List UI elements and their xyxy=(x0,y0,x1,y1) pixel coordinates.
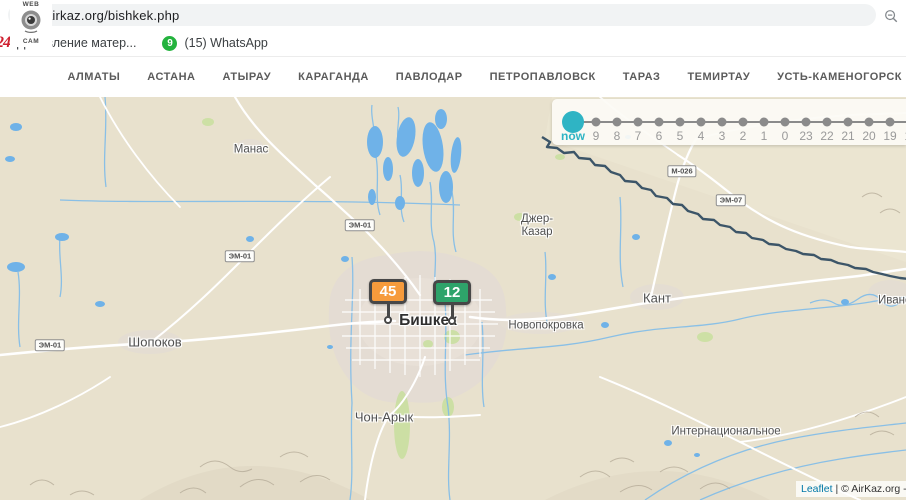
tick-dot xyxy=(676,118,685,127)
tick-0[interactable]: 0 xyxy=(774,99,796,145)
tick-8[interactable]: 8 xyxy=(606,99,628,145)
bookmark-item-whatsapp[interactable]: 9 (15) WhatsApp xyxy=(136,32,267,54)
nav-city-astana[interactable]: АСТАНА xyxy=(147,71,195,83)
city-navbar: АЛМАТЫ АСТАНА АТЫРАУ КАРАГАНДА ПАВЛОДАР … xyxy=(0,57,906,97)
tick-dot xyxy=(613,118,622,127)
tick-19[interactable]: 19 xyxy=(879,99,901,145)
road-badge-em01-north: ЭМ-01 xyxy=(345,219,375,231)
road-badge-em01-mid: ЭМ-01 xyxy=(225,250,255,262)
tick-dot xyxy=(844,118,853,127)
place-label-kant: Кант xyxy=(643,292,671,307)
nav-city-taraz[interactable]: ТАРАЗ xyxy=(623,71,661,83)
tick-dot xyxy=(823,118,832,127)
tick-dot xyxy=(802,118,811,127)
logo-text-cam: CAM xyxy=(10,39,52,46)
tick-2[interactable]: 2 xyxy=(732,99,754,145)
zoom-out-icon[interactable] xyxy=(882,7,900,25)
aqi-marker-45[interactable]: 45 xyxy=(369,279,407,324)
address-bar[interactable]: airkaz.org/bishkek.php xyxy=(8,4,876,26)
tick-22[interactable]: 22 xyxy=(816,99,838,145)
nav-city-petropavlovsk[interactable]: ПЕТРОПАВЛОВСК xyxy=(490,71,596,83)
webcam-icon xyxy=(19,9,43,35)
bookmarks-bar: 24 Добавление матер... 9 (15) WhatsApp xyxy=(0,30,906,57)
tick-6[interactable]: 6 xyxy=(648,99,670,145)
marker-pin xyxy=(384,316,392,324)
tick-dot xyxy=(886,118,895,127)
place-label-novopokrovka: Новопокровка xyxy=(508,319,583,332)
tick-dot xyxy=(592,118,601,127)
tick-dot xyxy=(634,118,643,127)
tick-dot xyxy=(760,118,769,127)
tick-7[interactable]: 7 xyxy=(627,99,649,145)
tick-5[interactable]: 5 xyxy=(669,99,691,145)
tick-dot xyxy=(739,118,748,127)
city-links: АЛМАТЫ АСТАНА АТЫРАУ КАРАГАНДА ПАВЛОДАР … xyxy=(67,57,902,97)
attribution-text: | © AirKaz.org - Мони xyxy=(836,483,906,495)
marker-pin xyxy=(448,317,456,325)
browser-toolbar: airkaz.org/bishkek.php xyxy=(0,0,906,30)
place-label-ivanovka: Ивановка xyxy=(878,294,906,307)
webcam-logo[interactable]: WEB CAM xyxy=(10,2,52,47)
nav-city-atyrau[interactable]: АТЫРАУ xyxy=(222,71,271,83)
place-label-shopokov: Шопоков xyxy=(128,336,181,351)
tick-dot xyxy=(718,118,727,127)
aqi-value-45: 45 xyxy=(369,279,407,304)
leaflet-map[interactable]: Манас Джер- Казар Кант Новопокровка Шопо… xyxy=(0,97,906,500)
tick-21[interactable]: 21 xyxy=(837,99,859,145)
leaflet-link[interactable]: Leaflet xyxy=(801,483,833,495)
tick-dot xyxy=(781,118,790,127)
nav-city-ust-kamenogorsk[interactable]: УСТЬ-КАМЕНОГОРСК xyxy=(777,71,902,83)
place-label-dzher-kazar: Джер- Казар xyxy=(521,213,553,239)
site-24-favicon: 24 xyxy=(0,34,10,52)
tick-dot xyxy=(865,118,874,127)
hour-timeline-slider[interactable]: now 9 8 7 6 5 4 3 2 1 0 23 22 21 20 19 1… xyxy=(552,99,906,145)
road-badge-m026: М-026 xyxy=(667,165,696,177)
whatsapp-favicon: 9 xyxy=(162,36,177,51)
tick-20[interactable]: 20 xyxy=(858,99,880,145)
place-label-chon-aryk: Чон-Арык xyxy=(355,411,413,426)
aqi-marker-12[interactable]: 12 xyxy=(433,280,471,325)
nav-city-temirtau[interactable]: ТЕМИРТАУ xyxy=(687,71,750,83)
nav-city-pavlodar[interactable]: ПАВЛОДАР xyxy=(396,71,463,83)
url-text: airkaz.org/bishkek.php xyxy=(45,8,179,23)
nav-city-karaganda[interactable]: КАРАГАНДА xyxy=(298,71,369,83)
nav-city-almaty[interactable]: АЛМАТЫ xyxy=(67,71,120,83)
road-badge-em01-west: ЭМ-01 xyxy=(35,339,65,351)
tick-4[interactable]: 4 xyxy=(690,99,712,145)
bookmark-label: (15) WhatsApp xyxy=(184,36,267,50)
tick-dot xyxy=(697,118,706,127)
place-label-manas: Манас xyxy=(234,143,269,156)
place-label-internatsionalnoe: Интернациональное xyxy=(671,425,780,438)
tick-23[interactable]: 23 xyxy=(795,99,817,145)
tick-3[interactable]: 3 xyxy=(711,99,733,145)
tick-18[interactable]: 18 xyxy=(900,99,906,145)
tick-dot xyxy=(655,118,664,127)
tick-1[interactable]: 1 xyxy=(753,99,775,145)
road-badge-em07: ЭМ-07 xyxy=(716,194,746,206)
tick-now[interactable]: now xyxy=(562,99,584,145)
map-attribution: Leaflet| © AirKaz.org - Мони xyxy=(796,481,906,497)
aqi-value-12: 12 xyxy=(433,280,471,305)
tick-9[interactable]: 9 xyxy=(585,99,607,145)
